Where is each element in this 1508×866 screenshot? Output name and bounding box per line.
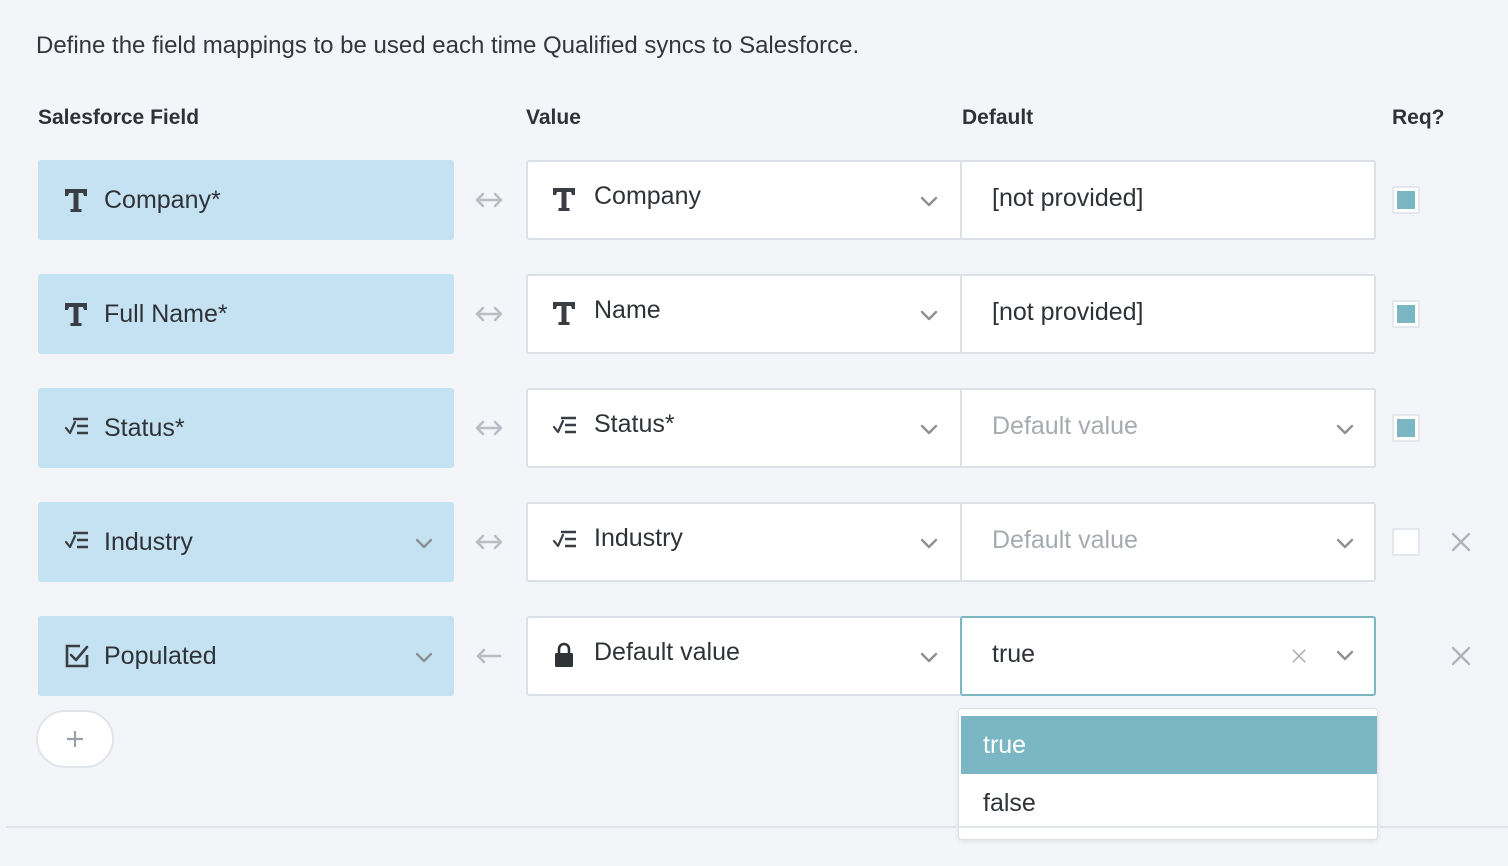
required-checkbox[interactable] xyxy=(1392,186,1420,214)
add-mapping-button[interactable] xyxy=(36,710,114,768)
chevron-down-icon[interactable] xyxy=(920,424,938,436)
default-value-dropdown-menu: true false xyxy=(958,708,1378,840)
value-select-label: Status* xyxy=(594,410,675,438)
lock-icon xyxy=(555,642,573,667)
required-checkbox[interactable] xyxy=(1392,528,1420,556)
default-value-field[interactable]: Default value xyxy=(960,502,1376,582)
salesforce-field-label: Company* xyxy=(104,185,221,214)
mapping-row: Industry Industry Default value xyxy=(0,502,1508,582)
dropdown-option-false[interactable]: false xyxy=(961,774,1377,832)
checkbox-checked-mark xyxy=(1397,305,1415,323)
header-salesforce-field: Salesforce Field xyxy=(38,106,200,129)
chevron-down-icon[interactable] xyxy=(1336,538,1354,550)
mapping-row: Status* Status* Default value xyxy=(0,388,1508,468)
chevron-down-icon[interactable] xyxy=(920,310,938,322)
salesforce-field-label: Status* xyxy=(104,413,185,442)
salesforce-field-label: Industry xyxy=(104,527,193,556)
default-value-field[interactable]: [not provided] xyxy=(960,274,1376,354)
chevron-down-icon[interactable] xyxy=(920,196,938,208)
default-value-field[interactable]: Default value xyxy=(960,388,1376,468)
checkbox-checked-mark xyxy=(1397,419,1415,437)
bidirectional-arrow-icon xyxy=(475,192,503,208)
salesforce-field[interactable]: Industry xyxy=(38,502,454,582)
default-value-field[interactable]: [not provided] xyxy=(960,160,1376,240)
default-value-text: true xyxy=(992,640,1036,668)
chevron-down-icon[interactable] xyxy=(920,538,938,550)
default-value-text: [not provided] xyxy=(992,184,1144,212)
text-type-icon xyxy=(553,302,575,325)
header-required: Req? xyxy=(1392,106,1445,129)
picklist-icon xyxy=(64,531,88,549)
plus-icon xyxy=(67,731,83,747)
value-select[interactable]: Default value xyxy=(526,616,962,696)
default-value-text: [not provided] xyxy=(992,298,1144,326)
checkbox-checked-mark xyxy=(1397,191,1415,209)
chevron-down-icon[interactable] xyxy=(1336,424,1354,436)
clear-icon[interactable] xyxy=(1291,648,1307,664)
chevron-down-icon[interactable] xyxy=(920,652,938,664)
checkbox-type-icon xyxy=(65,644,89,668)
remove-row-icon[interactable] xyxy=(1450,645,1472,667)
salesforce-field: Full Name* xyxy=(38,274,454,354)
mapping-row: Company* Company [not provided] xyxy=(0,160,1508,240)
value-select-label: Industry xyxy=(594,524,683,552)
salesforce-field: Status* xyxy=(38,388,454,468)
picklist-icon xyxy=(552,416,576,434)
header-value: Value xyxy=(526,106,581,129)
text-type-icon xyxy=(553,188,575,211)
text-type-icon xyxy=(65,189,87,212)
chevron-down-icon[interactable] xyxy=(1336,650,1354,662)
intro-text: Define the field mappings to be used eac… xyxy=(36,32,860,59)
required-checkbox[interactable] xyxy=(1392,414,1420,442)
bidirectional-arrow-icon xyxy=(475,306,503,322)
bidirectional-arrow-icon xyxy=(475,420,503,436)
value-select[interactable]: Industry xyxy=(526,502,962,582)
header-default: Default xyxy=(962,106,1034,129)
value-select[interactable]: Status* xyxy=(526,388,962,468)
left-arrow-icon xyxy=(476,648,502,664)
value-select[interactable]: Name xyxy=(526,274,962,354)
mapping-row: Populated Default value true xyxy=(0,616,1508,696)
value-select-label: Company xyxy=(594,182,701,210)
chevron-down-icon[interactable] xyxy=(415,652,433,664)
chevron-down-icon[interactable] xyxy=(415,538,433,550)
salesforce-field: Company* xyxy=(38,160,454,240)
picklist-icon xyxy=(552,530,576,548)
default-value-field[interactable]: true xyxy=(960,616,1376,696)
value-select[interactable]: Company xyxy=(526,160,962,240)
salesforce-field-label: Full Name* xyxy=(104,299,228,328)
mapping-row: Full Name* Name [not provided] xyxy=(0,274,1508,354)
dropdown-option-true[interactable]: true xyxy=(961,716,1377,774)
remove-row-icon[interactable] xyxy=(1450,531,1472,553)
picklist-icon xyxy=(64,417,88,435)
value-select-label: Name xyxy=(594,296,661,324)
bidirectional-arrow-icon xyxy=(475,534,503,550)
value-select-label: Default value xyxy=(594,638,740,666)
salesforce-field[interactable]: Populated xyxy=(38,616,454,696)
default-value-text: Default value xyxy=(992,526,1138,554)
required-checkbox[interactable] xyxy=(1392,300,1420,328)
divider xyxy=(6,826,1508,828)
salesforce-field-label: Populated xyxy=(104,641,217,670)
text-type-icon xyxy=(65,303,87,326)
default-value-text: Default value xyxy=(992,412,1138,440)
